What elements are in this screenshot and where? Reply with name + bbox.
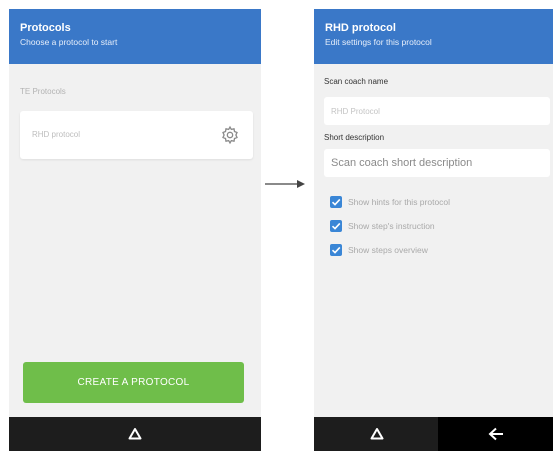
checkbox-checked[interactable] xyxy=(330,244,342,256)
create-protocol-button[interactable]: CREATE A PROTOCOL xyxy=(23,362,244,403)
short-description-input[interactable] xyxy=(324,149,550,177)
show-instruction-checkbox-row[interactable]: Show step's instruction xyxy=(330,218,435,234)
protocol-name: RHD protocol xyxy=(32,130,81,139)
check-icon xyxy=(331,222,341,230)
page-subtitle: Edit settings for this protocol xyxy=(325,37,432,47)
checkbox-checked[interactable] xyxy=(330,220,342,232)
protocols-app-bar: Protocols Choose a protocol to start xyxy=(9,9,261,64)
page-subtitle: Choose a protocol to start xyxy=(20,37,118,47)
home-icon[interactable] xyxy=(128,427,142,441)
checkbox-label: Show step's instruction xyxy=(348,221,435,231)
checkbox-label: Show steps overview xyxy=(348,245,428,255)
scan-coach-name-input[interactable] xyxy=(324,97,550,125)
back-arrow-icon[interactable] xyxy=(488,427,504,441)
page-title: Protocols xyxy=(20,22,71,34)
protocol-settings-screen: RHD protocol Edit settings for this prot… xyxy=(314,9,553,451)
arrow-right-icon xyxy=(265,180,305,188)
check-icon xyxy=(331,198,341,206)
protocols-screen: Protocols Choose a protocol to start TE … xyxy=(9,9,261,451)
checkbox-label: Show hints for this protocol xyxy=(348,197,451,207)
protocol-card[interactable]: RHD protocol xyxy=(20,111,253,159)
scan-coach-name-label: Scan coach name xyxy=(324,77,389,86)
section-label: TE Protocols xyxy=(20,87,66,96)
navigation-bar xyxy=(9,417,261,451)
settings-app-bar: RHD protocol Edit settings for this prot… xyxy=(314,9,553,64)
check-icon xyxy=(331,246,341,254)
show-overview-checkbox-row[interactable]: Show steps overview xyxy=(330,242,428,258)
home-icon[interactable] xyxy=(370,427,384,441)
gear-icon[interactable] xyxy=(220,125,240,145)
show-hints-checkbox-row[interactable]: Show hints for this protocol xyxy=(330,194,450,210)
short-description-label: Short description xyxy=(324,133,385,142)
navigation-bar xyxy=(314,417,553,451)
page-title: RHD protocol xyxy=(325,22,396,34)
checkbox-checked[interactable] xyxy=(330,196,342,208)
